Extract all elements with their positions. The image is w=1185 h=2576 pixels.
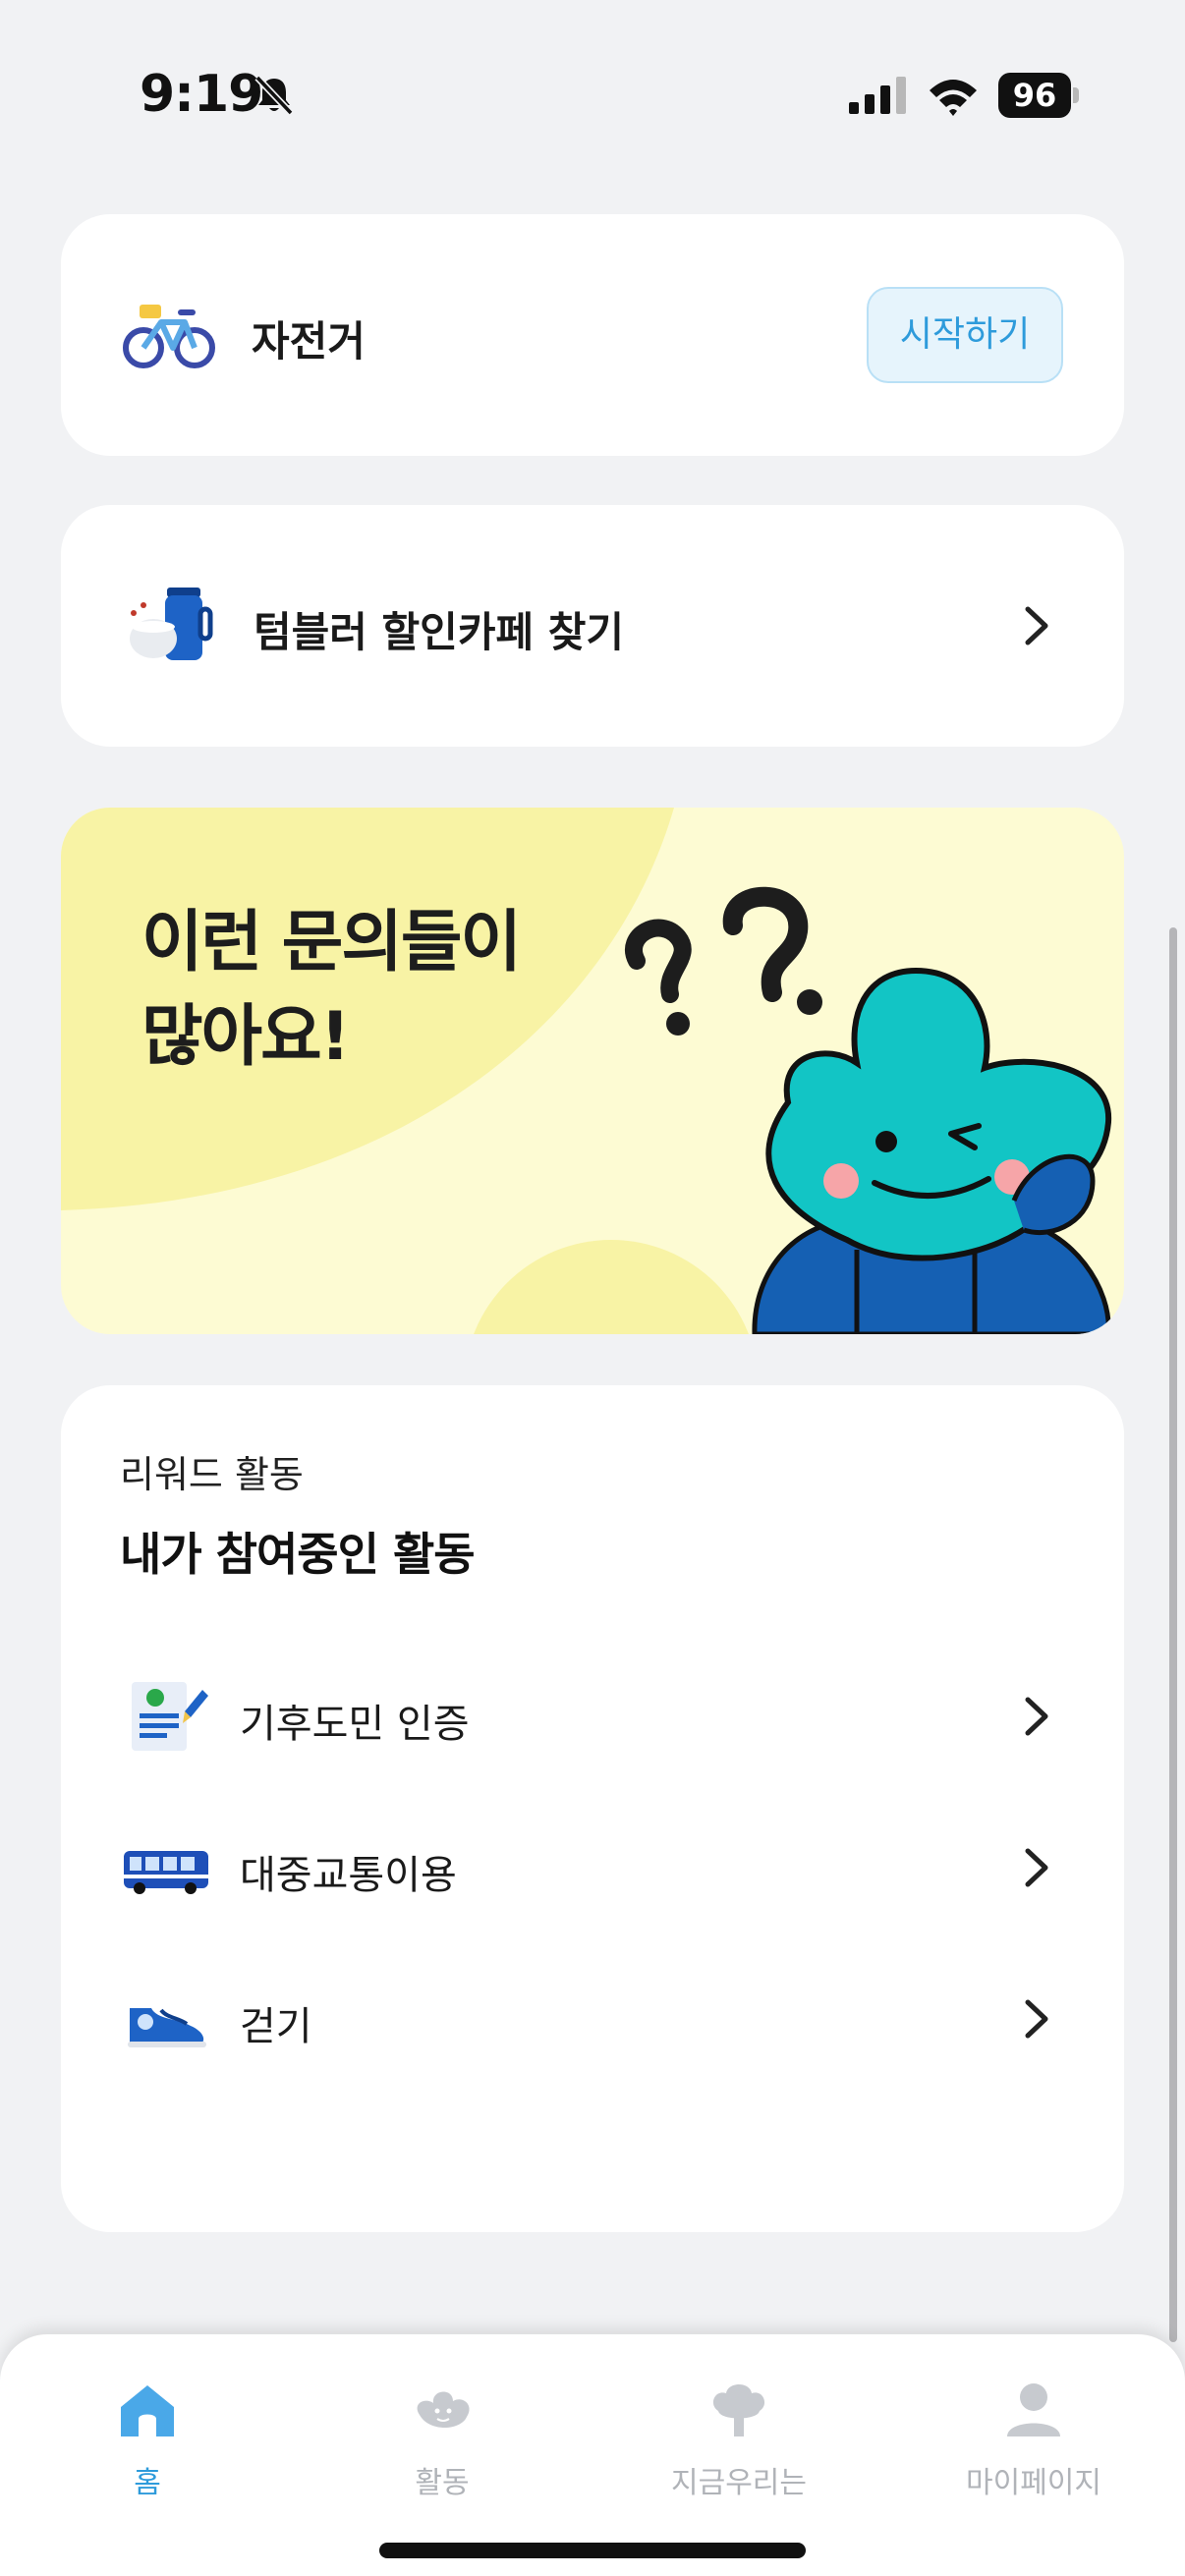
bike-card: 자전거 시작하기: [61, 214, 1124, 456]
battery-indicator: 96: [998, 73, 1079, 118]
tab-now-we[interactable]: 지금우리는: [611, 2376, 867, 2513]
activity-label: 걷기: [240, 2004, 312, 2049]
activity-item-public-transport[interactable]: 대중교통이용: [61, 1808, 1124, 1926]
scrollbar[interactable]: [1169, 927, 1177, 2342]
tumbler-title: 텀블러 할인카페 찾기: [254, 608, 625, 656]
activity-subtitle: 리워드 활동: [120, 1453, 304, 1496]
tab-label: 홈: [134, 2466, 161, 2500]
status-time: 9:19: [140, 65, 263, 124]
bike-title: 자전거: [252, 317, 366, 365]
character-icon: [417, 2391, 470, 2428]
mascot-question-illustration: [625, 886, 1112, 1334]
banner-title-line1: 이런 문의들이: [141, 904, 522, 981]
tab-activity[interactable]: 활동: [314, 2376, 570, 2513]
battery-tip: [1073, 87, 1079, 103]
silent-bell-icon: [254, 75, 294, 116]
battery-level: 96: [998, 73, 1071, 118]
bottom-tab-bar: 홈 활동 지금우리는 마이페이지: [0, 2334, 1185, 2576]
home-icon: [121, 2385, 174, 2436]
activity-label: 대중교통이용: [240, 1853, 457, 1898]
tab-label: 지금우리는: [671, 2466, 807, 2500]
person-icon: [1007, 2383, 1060, 2436]
signal-icon: [849, 77, 906, 114]
faq-banner[interactable]: 이런 문의들이 많아요!: [61, 808, 1124, 1334]
activity-heading: 내가 참여중인 활동: [120, 1528, 476, 1581]
reward-activity-card: 리워드 활동 내가 참여중인 활동 기후도민 인증 대중교통이용 걷기: [61, 1385, 1124, 2232]
banner-title-line2: 많아요!: [141, 998, 351, 1076]
tumbler-cup-icon: [130, 588, 213, 660]
tree-icon: [712, 2384, 765, 2436]
tab-label: 활동: [415, 2466, 470, 2500]
banner-title: 이런 문의들이 많아요!: [141, 896, 522, 1085]
chevron-right-icon: [1025, 606, 1048, 645]
activity-label: 기후도민 인증: [240, 1702, 470, 1747]
tab-home[interactable]: 홈: [20, 2376, 275, 2513]
shoe-icon: [128, 2008, 206, 2047]
start-button[interactable]: 시작하기: [867, 287, 1063, 383]
bus-icon: [124, 1851, 208, 1894]
certificate-icon: [132, 1682, 208, 1751]
tumbler-cafe-card[interactable]: 텀블러 할인카페 찾기: [61, 505, 1124, 747]
chevron-right-icon: [1025, 1697, 1048, 1736]
app-screen: 9:19 96 자전거 시작하기 텀블러 할인카페 찾기 이런 문의들이 많아요…: [0, 0, 1185, 2576]
status-bar: 9:19 96: [0, 0, 1185, 196]
activity-item-climate-cert[interactable]: 기후도민 인증: [61, 1656, 1124, 1774]
tab-label: 마이페이지: [966, 2466, 1101, 2500]
chevron-right-icon: [1025, 1999, 1048, 2039]
home-indicator[interactable]: [379, 2543, 806, 2558]
bicycle-icon: [123, 305, 215, 368]
wifi-icon: [930, 80, 977, 116]
tab-my-page[interactable]: 마이페이지: [906, 2376, 1161, 2513]
chevron-right-icon: [1025, 1848, 1048, 1887]
activity-item-walking[interactable]: 걷기: [61, 1959, 1124, 2077]
